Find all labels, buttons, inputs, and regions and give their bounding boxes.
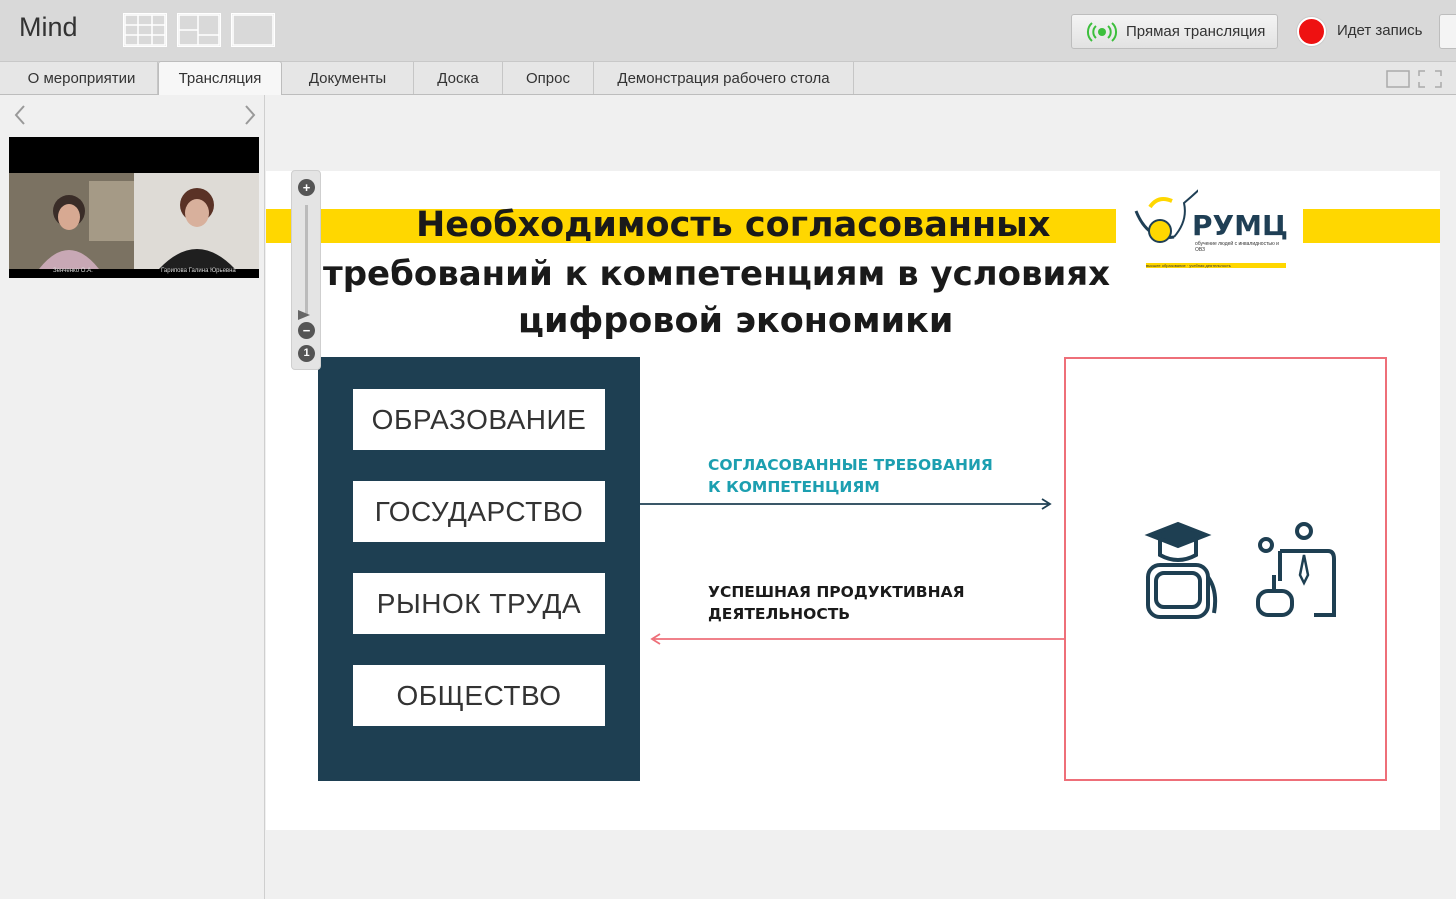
- box-society: ОБЩЕСТВО: [353, 665, 605, 726]
- box-state: ГОСУДАРСТВО: [353, 481, 605, 542]
- title-highlight-bar-right: [1303, 209, 1440, 243]
- stakeholders-panel: ОБРАЗОВАНИЕ ГОСУДАРСТВО РЫНОК ТРУДА ОБЩЕ…: [318, 357, 640, 781]
- presentation-area: Необходимость согласованных требований к…: [266, 95, 1440, 899]
- graduate-icon: [1144, 521, 1220, 624]
- logo-text: РУМЦ: [1192, 209, 1288, 242]
- zoom-in-icon[interactable]: +: [298, 179, 315, 196]
- grid-layout-icon[interactable]: [123, 13, 167, 47]
- tab-bar: О мероприятии Трансляция Документы Доска…: [0, 61, 1456, 95]
- logo-icon: [1128, 180, 1209, 266]
- live-broadcast-label: Прямая трансляция: [1126, 23, 1266, 40]
- participant-name-left: Зенченко О.А.: [53, 268, 93, 274]
- zoom-control: + − 1: [291, 170, 321, 370]
- tab-documents[interactable]: Документы: [282, 62, 414, 94]
- record-icon[interactable]: [1297, 17, 1326, 46]
- live-broadcast-button[interactable]: Прямая трансляция: [1071, 14, 1278, 49]
- slide: Необходимость согласованных требований к…: [266, 171, 1440, 830]
- tab-poll[interactable]: Опрос: [503, 62, 594, 94]
- slide-title-line2: требований к компетенциям в условиях: [323, 254, 1111, 294]
- box-education: ОБРАЗОВАНИЕ: [353, 389, 605, 450]
- arrow-bottom-label: УСПЕШНАЯ ПРОДУКТИВНАЯ ДЕЯТЕЛЬНОСТЬ: [708, 583, 965, 623]
- recording-status: Идет запись: [1337, 22, 1423, 39]
- arrow-right: [640, 498, 1052, 510]
- arrow-left: [650, 633, 1066, 645]
- arrow-top-label: СОГЛАСОВАННЫЕ ТРЕБОВАНИЯ К КОМПЕТЕНЦИЯМ: [708, 456, 993, 496]
- box-labor-market: РЫНОК ТРУДА: [353, 573, 605, 634]
- result-box: [1064, 357, 1387, 781]
- sidebar: Зенченко О.А. Гарипова Галина Юрьевна: [5, 95, 265, 899]
- video-frame: [9, 173, 259, 269]
- zoom-reset-icon[interactable]: 1: [298, 345, 315, 362]
- tab-board[interactable]: Доска: [414, 62, 503, 94]
- single-layout-icon[interactable]: [231, 13, 275, 47]
- zoom-track[interactable]: [305, 205, 308, 315]
- logo-subtitle-2: высшее образование · учебная деятельност…: [1146, 263, 1286, 268]
- slide-title-line3: цифровой экономики: [518, 301, 954, 341]
- logo-subtitle: обучение людей с инвалидностью и ОВЗ: [1195, 241, 1279, 253]
- overflow-button[interactable]: [1439, 14, 1456, 49]
- employee-icon: [1254, 521, 1336, 622]
- tab-broadcast[interactable]: Трансляция: [158, 61, 282, 95]
- broadcast-icon: [1086, 21, 1118, 42]
- top-bar: Mind Прямая трансляция Идет запись: [0, 0, 1456, 62]
- split-layout-icon[interactable]: [177, 13, 221, 47]
- slide-title-line1: Необходимость согласованных: [416, 205, 1051, 245]
- chevron-left-icon[interactable]: [13, 103, 27, 133]
- tab-about[interactable]: О мероприятии: [6, 62, 158, 94]
- video-thumbnail[interactable]: Зенченко О.А. Гарипова Галина Юрьевна: [9, 137, 259, 278]
- tab-desktop-share[interactable]: Демонстрация рабочего стола: [594, 62, 854, 94]
- chevron-right-icon[interactable]: [243, 103, 257, 133]
- app-title: Mind: [19, 12, 78, 42]
- fullscreen-icon[interactable]: [1418, 69, 1442, 94]
- zoom-out-icon[interactable]: −: [298, 322, 315, 339]
- zoom-slider-handle[interactable]: [298, 310, 310, 320]
- window-icon[interactable]: [1386, 69, 1410, 94]
- participant-name-right: Гарипова Галина Юрьевна: [161, 268, 236, 274]
